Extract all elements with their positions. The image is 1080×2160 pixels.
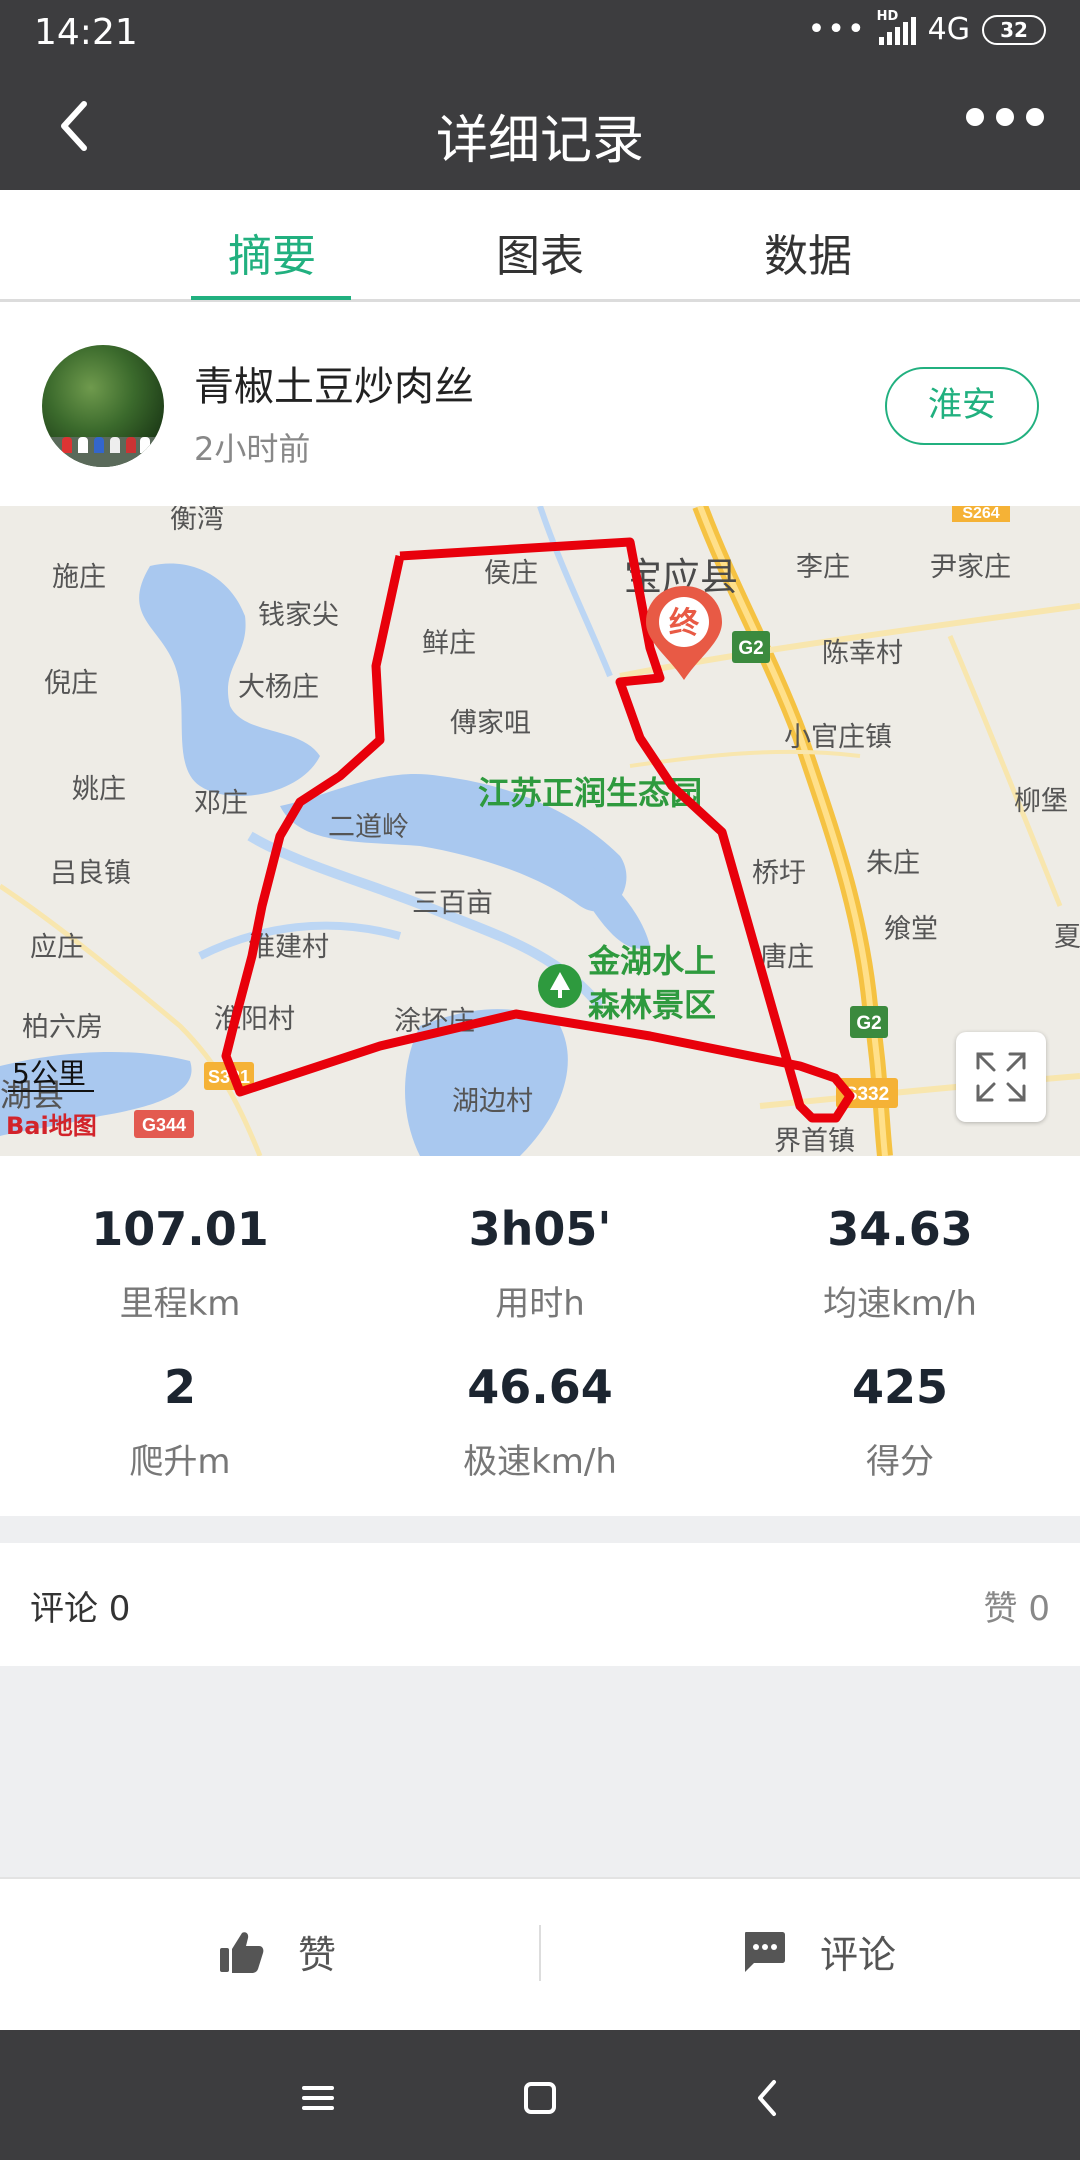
place-label: 飨堂 [884,914,938,944]
place-label: 唐庄 [760,942,814,972]
comment-icon [745,1931,785,1972]
stat-value: 425 [851,1360,949,1414]
menu-icon[interactable] [288,2068,348,2128]
place-label: 朱庄 [866,848,920,878]
header-bar: 详细记录 [0,68,1080,190]
place-label: 鲜庄 [422,628,476,658]
park-label: 森林景区 [588,987,716,1023]
comment-count[interactable]: 评论 0 [30,1581,130,1630]
city-button[interactable]: 淮安 [885,367,1039,445]
stat-label: 得分 [866,1442,934,1482]
tab-charts[interactable]: 图表 [450,220,630,284]
road-label: G344 [142,1115,186,1135]
place-label: 小官庄镇 [784,722,892,752]
road-label: G2 [856,1013,881,1034]
ride-stats: 107.01 里程km 3h05' 用时h 34.63 均速km/h 2 爬升m… [0,1156,1080,1516]
park-icon [538,964,582,1008]
park-label: 金湖水上 [587,943,716,979]
page-title: 详细记录 [435,111,644,171]
place-label: 大杨庄 [238,672,319,702]
expand-icon [976,1052,1026,1102]
home-icon[interactable] [510,2068,570,2128]
end-marker-label: 终 [669,607,700,640]
place-label: 湖边村 [452,1086,533,1116]
place-label: 界首镇 [774,1126,855,1156]
stat-label: 爬升m [129,1442,231,1482]
stat-value: 34.63 [827,1202,973,1256]
place-label: 陈幸村 [822,638,903,668]
battery-level: 32 [1000,17,1028,42]
place-label: 尹家庄 [930,552,1011,582]
place-label: 淮阳村 [214,1004,295,1034]
stat-value: 46.64 [467,1360,613,1414]
status-bar: 14:21 ••• HD 4G 32 [0,0,1080,68]
place-label: 邓庄 [194,788,248,818]
road-label: S264 [962,506,999,522]
active-tab-indicator [191,296,351,300]
battery-icon: 32 [982,14,1046,45]
place-label: 钱家尖 [258,600,339,630]
avatar[interactable] [42,345,164,467]
stat-label: 用时h [495,1284,585,1324]
place-label: 傅家咀 [450,708,531,738]
more-options-icon[interactable] [966,108,1044,126]
stat-value: 3h05' [468,1202,612,1256]
place-label: 侯庄 [484,558,538,588]
tab-bar: 摘要 图表 数据 [0,190,1080,302]
user-info: 青椒土豆炒肉丝 2小时前 淮安 [0,302,1080,506]
signal-icon: HD [877,9,916,45]
divider [539,1925,541,1981]
place-label: 应庄 [30,932,84,962]
more-notifications-icon: ••• [807,12,867,47]
comment-label: 评论 [820,1933,897,1977]
network-type: 4G [927,12,970,47]
like-label: 赞 [298,1933,337,1977]
map-canvas: S264 G2 G2 S331 S332 G344 衡湾 施庄 钱家尖 倪庄 大… [0,506,1080,1156]
system-nav-bar [0,2030,1080,2160]
back-nav-icon[interactable] [738,2068,798,2128]
stat-climb: 2 爬升m [0,1360,360,1483]
place-label: 衡湾 [170,506,224,534]
place-label: 柏六房 [22,1012,103,1042]
stat-label: 均速km/h [823,1284,977,1324]
route-map[interactable]: S264 G2 G2 S331 S332 G344 衡湾 施庄 钱家尖 倪庄 大… [0,506,1080,1156]
place-label: 吕良镇 [50,858,131,888]
stat-value: 107.01 [91,1202,269,1256]
place-label: 倪庄 [44,668,98,698]
tab-data[interactable]: 数据 [718,220,898,284]
place-label: 三百亩 [412,888,493,918]
stat-max-speed: 46.64 极速km/h [360,1360,720,1483]
like-count[interactable]: 赞 0 [984,1581,1050,1630]
road-label: G2 [738,638,763,659]
stat-score: 425 得分 [720,1360,1080,1483]
like-button[interactable]: 赞 [218,1924,336,1979]
status-icons: ••• HD 4G 32 [807,9,1046,47]
place-label: 夏 [1054,922,1080,952]
expand-map-button[interactable] [956,1032,1046,1122]
stat-distance: 107.01 里程km [0,1202,360,1325]
place-label: 桥圩 [752,858,806,888]
stat-label: 里程km [119,1284,241,1324]
baidu-logo: Bai地图 [6,1112,97,1140]
status-time: 14:21 [34,12,138,53]
map-scale: 5公里 [12,1057,86,1090]
stat-value: 2 [163,1360,196,1414]
stat-label: 极速km/h [463,1442,617,1482]
place-label: 姚庄 [72,774,126,804]
thumbs-up-icon [220,1931,264,1973]
map-scale-bar [8,1090,94,1092]
comment-summary: 评论 0 赞 0 [0,1543,1080,1666]
stat-avg-speed: 34.63 均速km/h [720,1202,1080,1325]
tab-summary[interactable]: 摘要 [182,220,362,284]
place-label: 二道岭 [328,812,409,842]
stat-duration: 3h05' 用时h [360,1202,720,1325]
place-label: 施庄 [52,562,106,592]
comment-button[interactable]: 评论 [742,1924,896,1979]
user-name[interactable]: 青椒土豆炒肉丝 [194,354,474,412]
place-label: 李庄 [796,552,850,582]
action-bar: 赞 评论 [0,1877,1080,2030]
place-label: 柳堡 [1014,786,1068,816]
record-time: 2小时前 [194,430,311,468]
